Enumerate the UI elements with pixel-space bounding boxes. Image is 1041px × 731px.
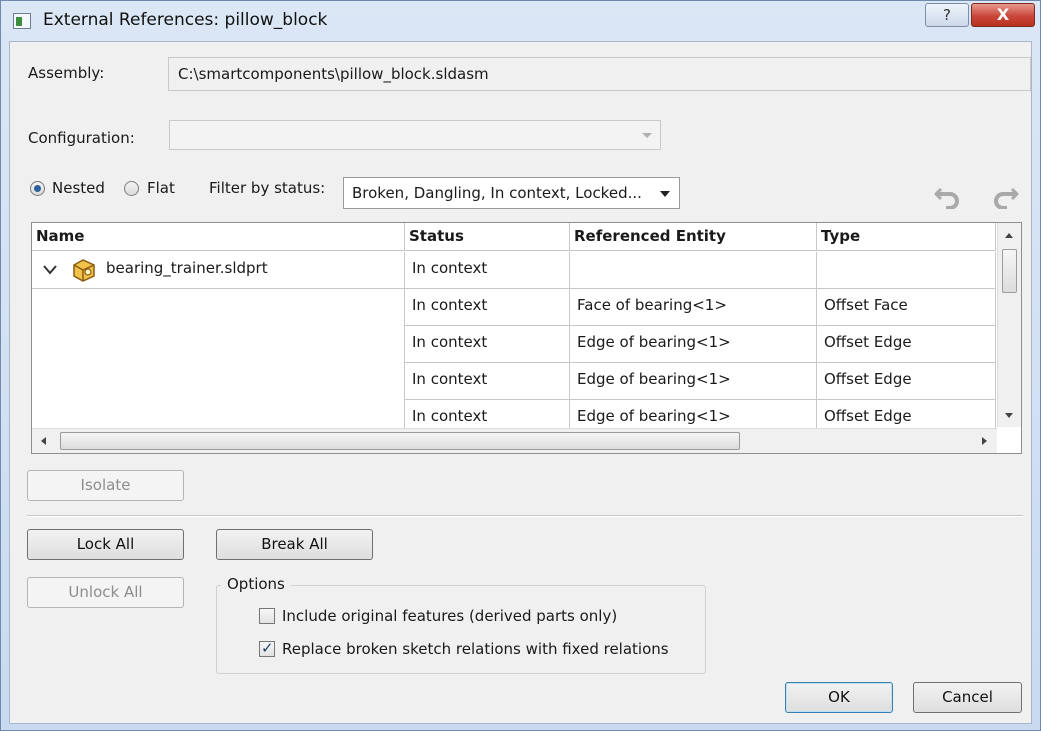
- name-cell: bearing_trainer.sldprt: [32, 252, 405, 289]
- nested-label[interactable]: Nested: [52, 179, 105, 197]
- status-cell: In context: [405, 289, 570, 326]
- filter-value: Broken, Dangling, In context, Locked...: [352, 184, 642, 202]
- filter-label: Filter by status:: [209, 179, 326, 197]
- chevron-down-icon: [660, 191, 670, 197]
- type-cell: Offset Edge: [817, 363, 996, 400]
- table-row[interactable]: In context Face of bearing<1> Offset Fac…: [32, 289, 996, 326]
- vertical-scroll-thumb[interactable]: [1002, 249, 1017, 293]
- entity-cell: Edge of bearing<1>: [570, 326, 817, 363]
- window-title: External References: pillow_block: [43, 10, 328, 30]
- column-header-type[interactable]: Type: [817, 223, 996, 251]
- column-header-referenced-entity[interactable]: Referenced Entity: [570, 223, 817, 251]
- isolate-button[interactable]: Isolate: [27, 470, 184, 501]
- replace-broken-label[interactable]: Replace broken sketch relations with fix…: [282, 640, 669, 658]
- entity-cell: Edge of bearing<1>: [570, 363, 817, 400]
- table-row[interactable]: In context Edge of bearing<1> Offset Edg…: [32, 326, 996, 363]
- status-cell: In context: [405, 326, 570, 363]
- part-name: bearing_trainer.sldprt: [106, 259, 268, 277]
- dialog-body: Assembly: C:\smartcomponents\pillow_bloc…: [9, 41, 1032, 724]
- redo-icon[interactable]: [990, 179, 1020, 209]
- vertical-scrollbar[interactable]: [997, 223, 1021, 427]
- undo-icon[interactable]: [933, 179, 963, 209]
- configuration-select[interactable]: [169, 120, 661, 150]
- flat-radio[interactable]: [124, 181, 139, 196]
- break-all-button[interactable]: Break All: [216, 529, 373, 560]
- scroll-down-icon[interactable]: [1005, 413, 1013, 418]
- table-row[interactable]: In context Edge of bearing<1> Offset Edg…: [32, 363, 996, 400]
- ok-button[interactable]: OK: [785, 682, 893, 713]
- column-header-name[interactable]: Name: [32, 223, 405, 251]
- options-group: [216, 585, 706, 674]
- configuration-label: Configuration:: [28, 129, 135, 147]
- assembly-path-field: C:\smartcomponents\pillow_block.sldasm: [168, 57, 1031, 91]
- references-table[interactable]: Name Status Referenced Entity Type beari…: [31, 222, 1022, 454]
- scroll-right-icon[interactable]: [982, 437, 987, 445]
- help-button[interactable]: ?: [925, 3, 969, 27]
- flat-label[interactable]: Flat: [147, 179, 175, 197]
- nested-radio[interactable]: [30, 181, 45, 196]
- title-bar[interactable]: External References: pillow_block ? X: [1, 1, 1040, 41]
- column-header-status[interactable]: Status: [405, 223, 570, 251]
- table-row[interactable]: bearing_trainer.sldprt In context: [32, 252, 996, 289]
- horizontal-scroll-thumb[interactable]: [60, 432, 740, 450]
- table-header: Name Status Referenced Entity Type: [32, 223, 996, 251]
- chevron-down-icon: [642, 133, 652, 138]
- assembly-label: Assembly:: [28, 64, 105, 82]
- app-icon: [13, 13, 31, 29]
- filter-status-select[interactable]: Broken, Dangling, In context, Locked...: [343, 177, 680, 209]
- cancel-button[interactable]: Cancel: [913, 682, 1022, 713]
- separator: [27, 515, 1023, 517]
- type-cell: [817, 252, 996, 289]
- status-cell: In context: [405, 252, 570, 289]
- include-original-label[interactable]: Include original features (derived parts…: [282, 607, 617, 625]
- type-cell: Offset Edge: [817, 326, 996, 363]
- unlock-all-button[interactable]: Unlock All: [27, 577, 184, 608]
- horizontal-scrollbar[interactable]: [32, 428, 997, 453]
- options-title: Options: [221, 575, 291, 593]
- dialog-window: External References: pillow_block ? X As…: [0, 0, 1041, 731]
- close-button[interactable]: X: [971, 3, 1035, 27]
- scroll-left-icon[interactable]: [41, 437, 46, 445]
- status-cell: In context: [405, 363, 570, 400]
- part-icon: [73, 259, 95, 282]
- lock-all-button[interactable]: Lock All: [27, 529, 184, 560]
- type-cell: Offset Face: [817, 289, 996, 326]
- entity-cell: Face of bearing<1>: [570, 289, 817, 326]
- replace-broken-checkbox[interactable]: [259, 639, 275, 657]
- chevron-down-icon[interactable]: [42, 264, 58, 276]
- include-original-checkbox[interactable]: [259, 608, 275, 624]
- entity-cell: [570, 252, 817, 289]
- scroll-up-icon[interactable]: [1005, 233, 1013, 238]
